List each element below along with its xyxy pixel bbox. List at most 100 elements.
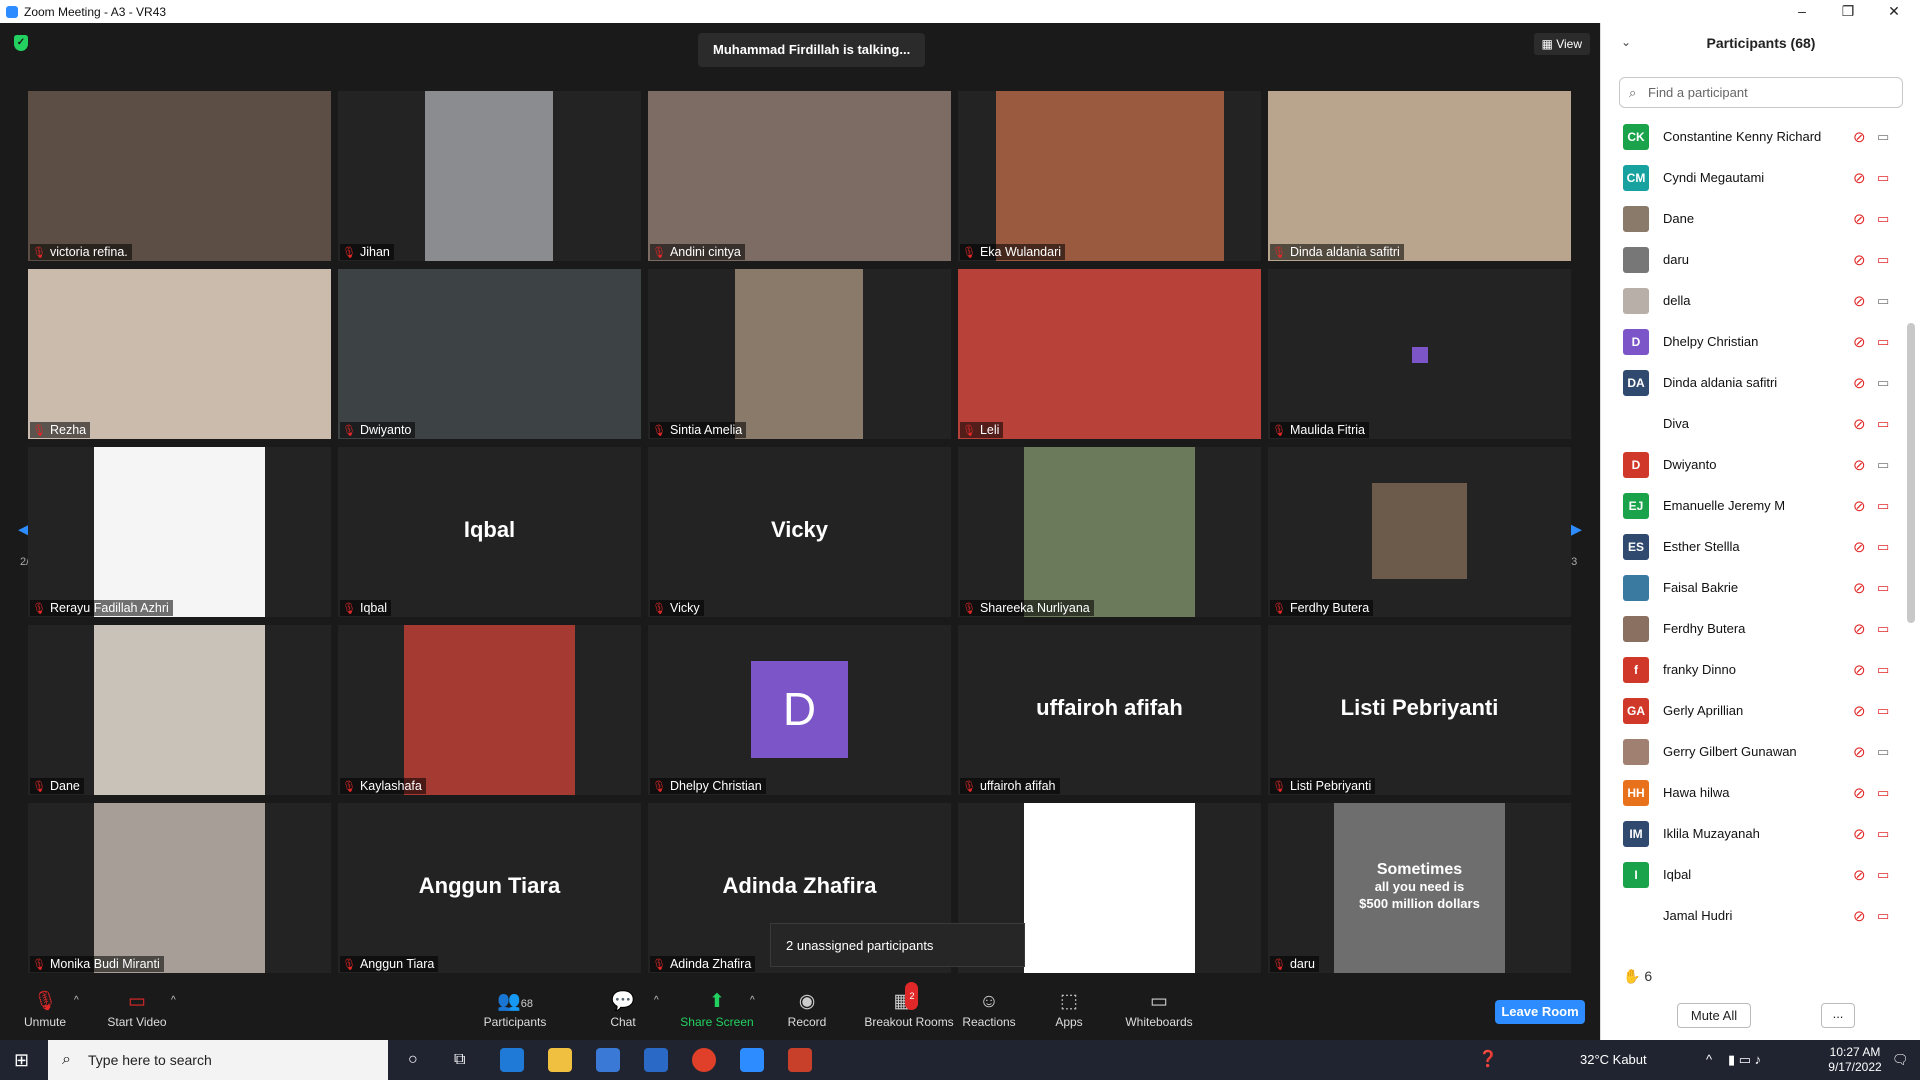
participant-row[interactable]: I Iqbal ⊘ ▭ — [1601, 854, 1901, 895]
video-tile[interactable]: Anggun Tiara 🎙 Anggun Tiara — [338, 803, 641, 973]
powerpoint-icon[interactable] — [788, 1048, 812, 1072]
unassigned-participants-popup[interactable]: 2 unassigned participants — [770, 923, 1025, 967]
minimize-icon[interactable]: – — [1779, 0, 1825, 23]
mic-muted-icon[interactable]: ⊘ — [1853, 579, 1866, 597]
video-off-icon[interactable]: ▭ — [1877, 539, 1889, 555]
video-tile[interactable]: Listi Pebriyanti 🎙 Listi Pebriyanti — [1268, 625, 1571, 795]
record-button[interactable]: ◉ Record — [762, 989, 852, 1029]
windows-start-icon[interactable]: ⊞ — [14, 1040, 29, 1080]
video-off-icon[interactable]: ▭ — [1877, 703, 1889, 719]
start-video-button[interactable]: ▭ Start Video — [92, 989, 182, 1029]
mic-muted-icon[interactable]: ⊘ — [1853, 415, 1866, 433]
video-on-icon[interactable]: ▭ — [1877, 129, 1889, 145]
video-tile[interactable]: 🎙 Rerayu Fadillah Azhri — [28, 447, 331, 617]
video-off-icon[interactable]: ▭ — [1877, 908, 1889, 924]
mic-muted-icon[interactable]: ⊘ — [1853, 128, 1866, 146]
mic-muted-icon[interactable]: ⊘ — [1853, 866, 1866, 884]
mic-muted-icon[interactable]: ⊘ — [1853, 251, 1866, 269]
apps-button[interactable]: ⬚ Apps — [1024, 989, 1114, 1029]
participant-row[interactable]: CK Constantine Kenny Richard ⊘ ▭ — [1601, 116, 1901, 157]
participant-row[interactable]: Ferdhy Butera ⊘ ▭ — [1601, 608, 1901, 649]
video-tile[interactable]: Vicky 🎙 Vicky — [648, 447, 951, 617]
notifications-icon[interactable]: 🗨 — [1892, 1040, 1909, 1080]
video-tile[interactable]: 🎙 Andini cintya — [648, 91, 951, 261]
tray-overflow-icon[interactable]: ^ — [1706, 1040, 1712, 1080]
mic-muted-icon[interactable]: ⊘ — [1853, 784, 1866, 802]
file-explorer-icon[interactable] — [548, 1048, 572, 1072]
leave-room-button[interactable]: Leave Room — [1495, 1000, 1585, 1024]
weather-widget[interactable]: 32°C Kabut — [1580, 1040, 1647, 1080]
video-off-icon[interactable]: ▭ — [1877, 252, 1889, 268]
participant-row[interactable]: Faisal Bakrie ⊘ ▭ — [1601, 567, 1901, 608]
taskbar-search-input[interactable]: ⌕ Type here to search — [48, 1040, 388, 1080]
share-options-caret-icon[interactable]: ^ — [750, 995, 755, 1006]
mic-muted-icon[interactable]: ⊘ — [1853, 210, 1866, 228]
chat-options-caret-icon[interactable]: ^ — [654, 995, 659, 1006]
video-tile[interactable]: 🎙 Maulida Fitria — [1268, 269, 1571, 439]
video-off-icon[interactable]: ▭ — [1877, 785, 1889, 801]
participant-row[interactable]: IM Iklila Muzayanah ⊘ ▭ — [1601, 813, 1901, 854]
whiteboards-button[interactable]: ▭ Whiteboards — [1114, 989, 1204, 1029]
video-off-icon[interactable]: ▭ — [1877, 662, 1889, 678]
video-on-icon[interactable]: ▭ — [1877, 375, 1889, 391]
video-off-icon[interactable]: ▭ — [1877, 170, 1889, 186]
mic-muted-icon[interactable]: ⊘ — [1853, 825, 1866, 843]
video-tile[interactable]: Iqbal 🎙 Iqbal — [338, 447, 641, 617]
mute-all-button[interactable]: Mute All — [1677, 1003, 1751, 1028]
taskbar-clock[interactable]: 10:27 AM 9/17/2022 — [1820, 1045, 1890, 1075]
zoom-taskbar-icon[interactable] — [740, 1048, 764, 1072]
video-tile[interactable]: 🎙 Shareeka Nurliyana — [958, 447, 1261, 617]
participant-row[interactable]: ES Esther Stellla ⊘ ▭ — [1601, 526, 1901, 567]
participants-button[interactable]: 👥68 Participants — [470, 989, 560, 1029]
video-off-icon[interactable]: ▭ — [1877, 826, 1889, 842]
video-on-icon[interactable]: ▭ — [1877, 744, 1889, 760]
close-icon[interactable]: ✕ — [1871, 0, 1917, 23]
video-tile[interactable]: 🎙 Jihan — [338, 91, 641, 261]
edge-icon[interactable] — [500, 1048, 524, 1072]
participant-row[interactable]: D Dhelpy Christian ⊘ ▭ — [1601, 321, 1901, 362]
video-off-icon[interactable]: ▭ — [1877, 580, 1889, 596]
mic-muted-icon[interactable]: ⊘ — [1853, 702, 1866, 720]
mic-muted-icon[interactable]: ⊘ — [1853, 292, 1866, 310]
store-icon[interactable] — [596, 1048, 620, 1072]
cortana-icon[interactable]: ○ — [408, 1040, 418, 1080]
video-off-icon[interactable]: ▭ — [1877, 211, 1889, 227]
video-off-icon[interactable]: ▭ — [1877, 621, 1889, 637]
video-tile[interactable]: uffairoh afifah 🎙 uffairoh afifah — [958, 625, 1261, 795]
help-icon[interactable]: ❓ — [1478, 1040, 1498, 1080]
video-tile[interactable]: D 🎙 Dhelpy Christian — [648, 625, 951, 795]
participant-row[interactable]: EJ Emanuelle Jeremy M ⊘ ▭ — [1601, 485, 1901, 526]
participant-list-scrollbar[interactable] — [1907, 323, 1915, 623]
encryption-shield-icon[interactable]: ✓ — [14, 35, 28, 51]
video-off-icon[interactable]: ▭ — [1877, 416, 1889, 432]
participant-search-input[interactable]: ⌕ Find a participant — [1619, 77, 1903, 108]
participant-row[interactable]: della ⊘ ▭ — [1601, 280, 1901, 321]
video-off-icon[interactable]: ▭ — [1877, 334, 1889, 350]
mic-muted-icon[interactable]: ⊘ — [1853, 661, 1866, 679]
mic-muted-icon[interactable]: ⊘ — [1853, 620, 1866, 638]
tray-system-icons[interactable]: ▮ ▭ ♪ — [1728, 1040, 1761, 1080]
participant-row[interactable]: D Dwiyanto ⊘ ▭ — [1601, 444, 1901, 485]
mic-muted-icon[interactable]: ⊘ — [1853, 374, 1866, 392]
chrome-icon[interactable] — [692, 1048, 716, 1072]
mic-muted-icon[interactable]: ⊘ — [1853, 743, 1866, 761]
video-tile[interactable]: 🎙 Dinda aldania safitri — [1268, 91, 1571, 261]
task-view-icon[interactable]: ⧉ — [454, 1040, 465, 1080]
video-tile[interactable]: 🎙 Eka Wulandari — [958, 91, 1261, 261]
participant-row[interactable]: Gerry Gilbert Gunawan ⊘ ▭ — [1601, 731, 1901, 772]
mic-muted-icon[interactable]: ⊘ — [1853, 497, 1866, 515]
video-on-icon[interactable]: ▭ — [1877, 457, 1889, 473]
mic-muted-icon[interactable]: ⊘ — [1853, 333, 1866, 351]
mic-muted-icon[interactable]: ⊘ — [1853, 907, 1866, 925]
video-tile[interactable]: 🎙 Leli — [958, 269, 1261, 439]
participant-list[interactable]: CK Constantine Kenny Richard ⊘ ▭ CM Cyndi Meg… — [1601, 116, 1901, 954]
participant-row[interactable]: Diva ⊘ ▭ — [1601, 403, 1901, 444]
video-tile[interactable]: 🎙 Dane — [28, 625, 331, 795]
mail-icon[interactable] — [644, 1048, 668, 1072]
reactions-button[interactable]: ☺ Reactions — [944, 989, 1034, 1029]
video-tile[interactable]: 🎙 Dwiyanto — [338, 269, 641, 439]
video-options-caret-icon[interactable]: ^ — [171, 995, 176, 1006]
video-off-icon[interactable]: ▭ — [1877, 867, 1889, 883]
participant-row[interactable]: DA Dinda aldania safitri ⊘ ▭ — [1601, 362, 1901, 403]
video-tile[interactable]: 🎙 victoria refina. — [28, 91, 331, 261]
